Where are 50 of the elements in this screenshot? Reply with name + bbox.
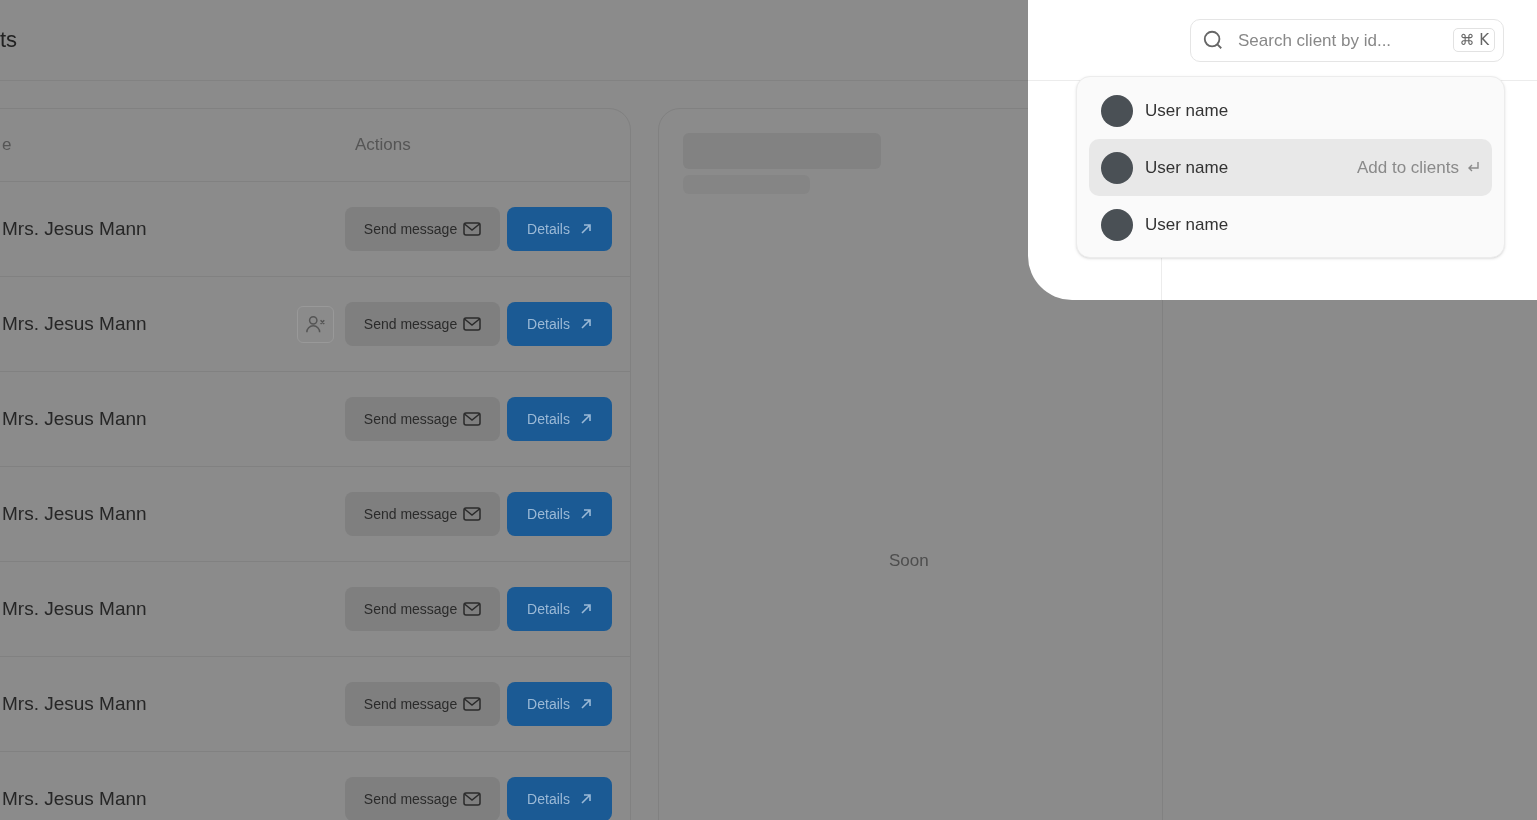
envelope-icon — [463, 506, 482, 522]
client-name: Mrs. Jesus Mann — [2, 501, 148, 526]
avatar-photo-placeholder — [1101, 208, 1133, 241]
envelope-icon — [463, 411, 482, 427]
send-message-button[interactable]: Send message — [345, 587, 500, 631]
details-button[interactable]: Details — [507, 777, 612, 820]
client-name: Mrs. Jesus Mann — [2, 216, 148, 241]
enter-key-icon — [1467, 161, 1480, 174]
envelope-icon — [463, 696, 482, 712]
envelope-icon — [463, 316, 482, 332]
client-name: Mrs. Jesus Mann — [2, 311, 148, 336]
arrow-up-right-icon — [579, 223, 592, 235]
envelope-icon — [463, 791, 482, 807]
user-remove-icon — [304, 313, 327, 335]
send-message-button[interactable]: Send message — [345, 682, 500, 726]
add-to-clients-hint: Add to clients — [1356, 156, 1459, 179]
client-name: Mrs. Jesus Mann — [2, 786, 148, 811]
details-button[interactable]: Details — [507, 397, 612, 441]
send-message-button[interactable]: Send message — [345, 207, 500, 251]
details-button[interactable]: Details — [507, 302, 612, 346]
arrow-up-right-icon — [579, 413, 592, 425]
search-icon — [1202, 29, 1224, 51]
details-button[interactable]: Details — [507, 492, 612, 536]
avatar-photo-placeholder — [1101, 94, 1133, 127]
arrow-up-right-icon — [579, 793, 592, 805]
details-button[interactable]: Details — [507, 682, 612, 726]
page-title: ts — [0, 29, 18, 51]
arrow-up-right-icon — [579, 698, 592, 710]
client-name: Mrs. Jesus Mann — [2, 406, 148, 431]
send-message-button[interactable]: Send message — [345, 492, 500, 536]
user-name: User name — [1145, 99, 1230, 122]
arrow-up-right-icon — [579, 318, 592, 330]
envelope-icon — [463, 601, 482, 617]
result-item[interactable]: User name Add to clients — [1089, 139, 1492, 196]
user-name: User name — [1145, 156, 1230, 179]
avatar-photo-placeholder — [1101, 151, 1133, 184]
remove-user-button[interactable] — [297, 305, 334, 343]
send-message-button[interactable]: Send message — [345, 777, 500, 820]
status-text: Soon — [889, 550, 929, 572]
shortcut-key: ⌘ K — [1453, 28, 1495, 52]
arrow-up-right-icon — [579, 508, 592, 520]
client-name: Mrs. Jesus Mann — [2, 596, 148, 621]
user-name: User name — [1145, 213, 1230, 236]
arrow-up-right-icon — [579, 603, 592, 615]
client-name: Mrs. Jesus Mann — [2, 691, 148, 716]
send-message-button[interactable]: Send message — [345, 302, 500, 346]
details-button[interactable]: Details — [507, 587, 612, 631]
envelope-icon — [463, 221, 482, 237]
send-message-button[interactable]: Send message — [345, 397, 500, 441]
details-button[interactable]: Details — [507, 207, 612, 251]
